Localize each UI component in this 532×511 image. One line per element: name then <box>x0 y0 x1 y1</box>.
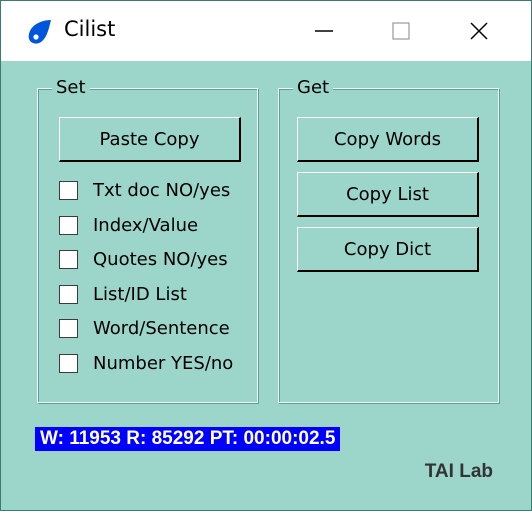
checkbox-label: Number YES/no <box>93 352 234 374</box>
checkbox-number[interactable]: Number YES/no <box>59 349 233 377</box>
checkbox-box[interactable] <box>59 353 78 373</box>
minimize-icon <box>315 30 333 32</box>
checkbox-box[interactable] <box>59 215 78 235</box>
title-bar[interactable]: Cilist <box>1 1 531 61</box>
app-window: Cilist Set Get Paste Copy Txt doc NO/yes… <box>0 0 532 511</box>
checkbox-box[interactable] <box>59 318 78 338</box>
brand-label: TAI Lab <box>424 461 493 482</box>
checkbox-box[interactable] <box>59 249 78 269</box>
checkbox-box[interactable] <box>59 180 78 200</box>
checkbox-index-value[interactable]: Index/Value <box>59 211 198 239</box>
checkbox-quotes[interactable]: Quotes NO/yes <box>59 245 228 273</box>
checkbox-txt-doc[interactable]: Txt doc NO/yes <box>59 176 230 204</box>
checkbox-box[interactable] <box>59 284 78 304</box>
checkbox-label: Index/Value <box>93 214 199 236</box>
checkbox-list-id[interactable]: List/ID List <box>59 280 187 308</box>
get-group-legend: Get <box>293 77 334 98</box>
checkbox-label: Quotes NO/yes <box>93 248 228 270</box>
maximize-icon <box>392 22 410 40</box>
checkbox-label: Txt doc NO/yes <box>93 179 231 201</box>
window-title: Cilist <box>64 17 116 41</box>
copy-dict-button[interactable]: Copy Dict <box>297 227 479 272</box>
client-area: Set Get Paste Copy Txt doc NO/yes Index/… <box>1 61 531 510</box>
checkbox-label: Word/Sentence <box>93 317 230 339</box>
minimize-button[interactable] <box>284 1 364 61</box>
checkbox-word-sentence[interactable]: Word/Sentence <box>59 314 230 342</box>
copy-words-button[interactable]: Copy Words <box>297 117 479 162</box>
status-label: W: 11953 R: 85292 PT: 00:00:02.5 <box>35 427 341 451</box>
checkbox-label: List/ID List <box>93 283 187 305</box>
close-icon <box>470 22 488 40</box>
droplet-icon <box>28 20 51 44</box>
close-button[interactable] <box>439 1 519 61</box>
paste-copy-button[interactable]: Paste Copy <box>59 117 241 162</box>
copy-list-button[interactable]: Copy List <box>297 172 479 217</box>
set-group-legend: Set <box>52 77 90 98</box>
maximize-button[interactable] <box>361 1 441 61</box>
